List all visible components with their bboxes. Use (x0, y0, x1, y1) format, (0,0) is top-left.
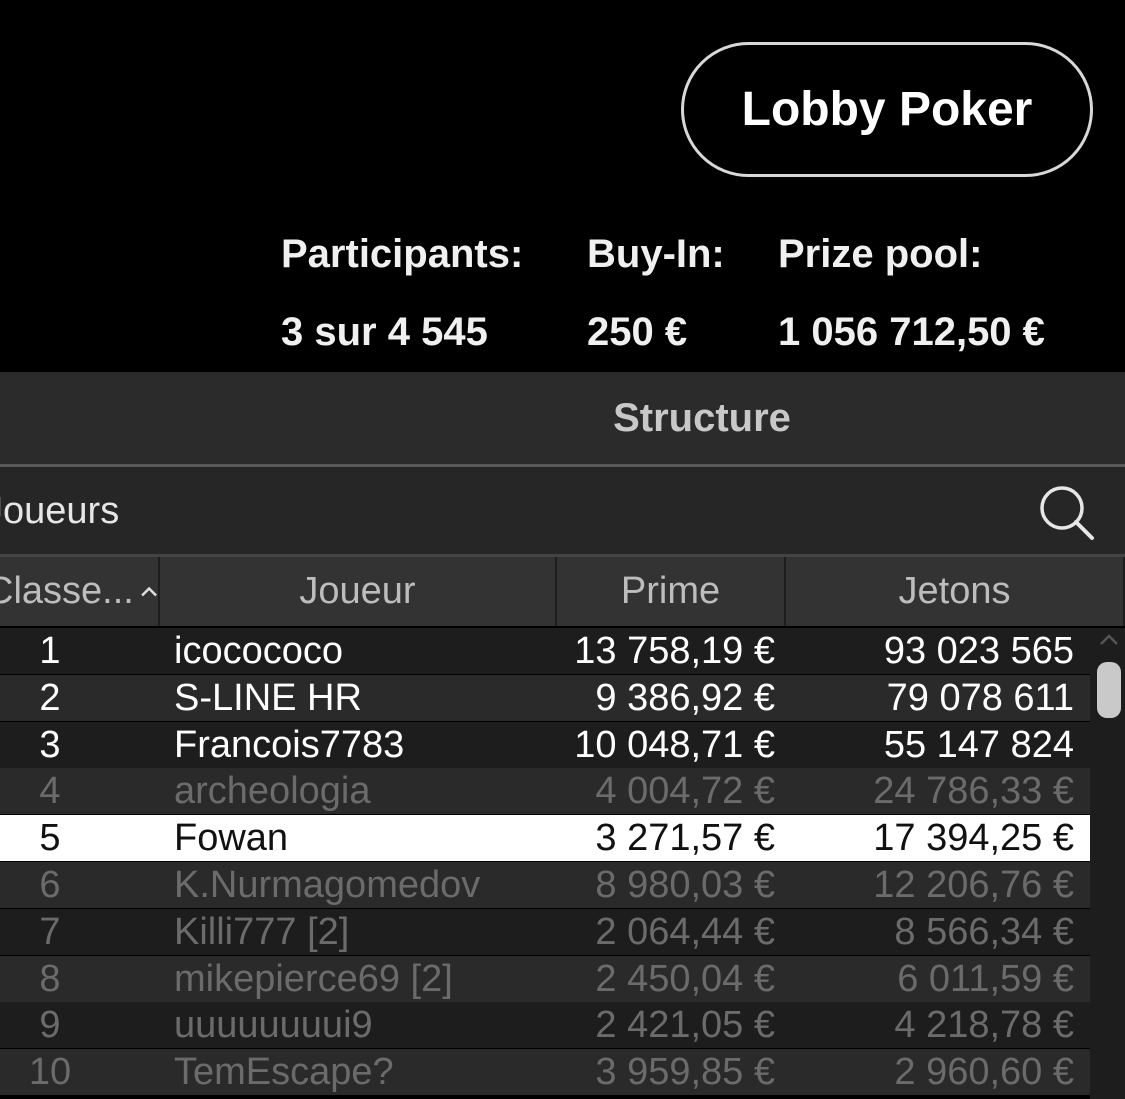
table-row[interactable]: 4 archeologia 4 004,72 € 24 786,33 € (0, 768, 1090, 815)
tab-structure[interactable]: Structure (560, 372, 844, 464)
rank-cell: 2 (39, 676, 61, 719)
column-header-rank[interactable]: Classe... (0, 557, 160, 626)
player-name-cell: mikepierce69 [2] (174, 957, 453, 1000)
table-row[interactable]: 3 Francois7783 10 048,71 € 55 147 824 (0, 721, 1090, 768)
table-row[interactable]: 8 mikepierce69 [2] 2 450,04 € 6 011,59 € (0, 955, 1090, 1002)
rank-cell: 9 (39, 1004, 61, 1047)
search-icon[interactable] (1036, 482, 1096, 542)
player-name-cell: archeologia (174, 770, 371, 813)
chips-cell: 6 011,59 € (897, 957, 1074, 1000)
prime-cell: 3 959,85 € (595, 1051, 775, 1094)
column-header-rank-label: Classe... (0, 570, 134, 612)
chips-cell: 55 147 824 (883, 723, 1074, 766)
chips-cell: 93 023 565 (883, 630, 1074, 672)
column-header-chips[interactable]: Jetons (786, 557, 1125, 626)
prime-cell: 2 064,44 € (595, 910, 775, 953)
prize-pool-label: Prize pool: (778, 232, 983, 276)
chips-cell: 17 394,25 € (873, 817, 1074, 860)
prime-cell: 2 450,04 € (595, 957, 775, 1000)
participants-label: Participants: (281, 232, 524, 276)
buy-in-label: Buy-In: (587, 232, 725, 276)
chips-cell: 8 566,34 € (894, 910, 1074, 953)
participants-value: 3 sur 4 545 (281, 310, 488, 354)
table-row[interactable]: 5 Fowan 3 271,57 € 17 394,25 € (0, 815, 1090, 862)
tab-bar: Structure (0, 372, 1125, 467)
prime-cell: 2 421,05 € (595, 1004, 775, 1047)
prime-cell: 9 386,92 € (595, 676, 775, 719)
prime-cell: 13 758,19 € (574, 630, 775, 672)
prime-cell: 3 271,57 € (595, 817, 775, 860)
rank-cell: 6 (39, 864, 61, 906)
rank-cell: 1 (39, 630, 61, 672)
table-row[interactable]: 1 icocococo 13 758,19 € 93 023 565 (0, 628, 1090, 674)
buy-in-value: 250 € (587, 310, 688, 354)
table-row[interactable]: 6 K.Nurmagomedov 8 980,03 € 12 206,76 € (0, 862, 1090, 908)
lobby-poker-button[interactable]: Lobby Poker (681, 42, 1093, 177)
rank-cell: 8 (39, 957, 61, 1000)
player-search-bar (0, 467, 1125, 557)
column-header-prime[interactable]: Prime (557, 557, 786, 626)
rank-cell: 7 (39, 910, 61, 953)
prize-pool-value: 1 056 712,50 € (778, 310, 1045, 354)
scrollbar-thumb[interactable] (1097, 662, 1121, 718)
player-name-cell: icocococo (174, 630, 343, 672)
player-name-cell: TemEscape? (174, 1051, 394, 1094)
chips-cell: 79 078 611 (886, 676, 1074, 719)
player-name-cell: Killi777 [2] (174, 910, 350, 953)
table-row[interactable]: 10 TemEscape? 3 959,85 € 2 960,60 € (0, 1049, 1090, 1096)
player-name-cell: S-LINE HR (174, 676, 362, 719)
player-name-cell: Fowan (174, 817, 289, 860)
table-header: Classe... Joueur Prime Jetons (0, 557, 1125, 626)
rank-cell: 3 (39, 723, 61, 766)
rank-cell: 10 (28, 1051, 72, 1094)
chips-cell: 24 786,33 € (873, 770, 1074, 813)
rank-cell: 4 (39, 770, 61, 813)
prime-cell: 8 980,03 € (595, 864, 775, 906)
player-search-input[interactable] (0, 467, 986, 556)
table-row[interactable]: 2 S-LINE HR 9 386,92 € 79 078 611 (0, 674, 1090, 721)
column-header-player[interactable]: Joueur (160, 557, 557, 626)
prime-cell: 10 048,71 € (574, 723, 775, 766)
chips-cell: 4 218,78 € (894, 1004, 1074, 1047)
player-name-cell: K.Nurmagomedov (174, 864, 481, 906)
player-name-cell: uuuuuuuui9 (174, 1004, 373, 1047)
chips-cell: 2 960,60 € (894, 1051, 1074, 1094)
player-name-cell: Francois7783 (174, 723, 405, 766)
rank-cell: 5 (39, 817, 61, 860)
prime-cell: 4 004,72 € (595, 770, 775, 813)
chevron-up-icon (141, 586, 157, 596)
table-row[interactable]: 9 uuuuuuuui9 2 421,05 € 4 218,78 € (0, 1002, 1090, 1049)
scroll-up-arrow-icon[interactable] (1098, 632, 1120, 648)
chips-cell: 12 206,76 € (873, 864, 1074, 906)
tournament-header: Lobby Poker Participants: Buy-In: Prize … (0, 0, 1125, 372)
table-row[interactable]: 7 Killi777 [2] 2 064,44 € 8 566,34 € (0, 908, 1090, 955)
